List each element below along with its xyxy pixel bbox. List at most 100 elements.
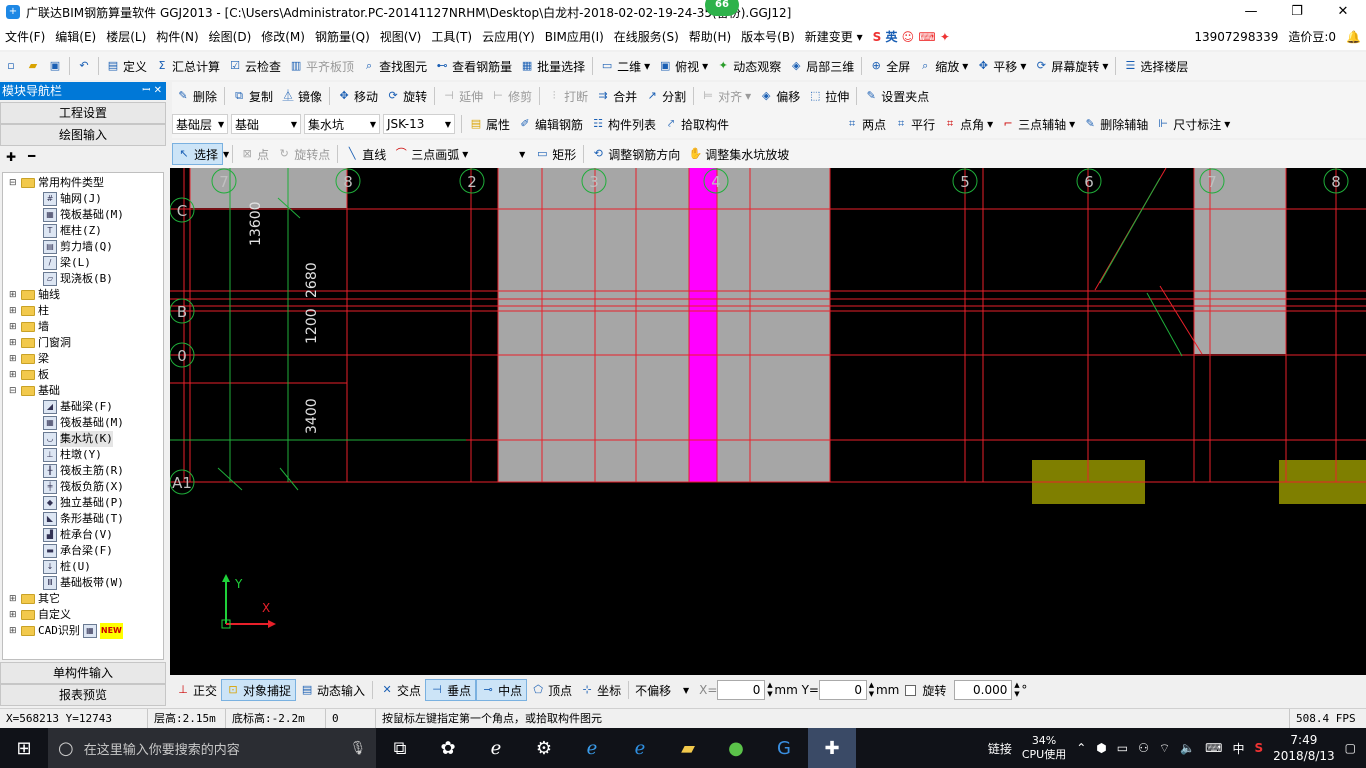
menu-draw[interactable]: 绘图(D)	[204, 24, 257, 50]
rotate-button[interactable]: ⟳ 旋转	[382, 85, 431, 107]
find-element-button[interactable]: ⌕ 查找图元	[358, 55, 431, 77]
cloud-check-button[interactable]: ☑ 云检查	[224, 55, 285, 77]
green-app-icon[interactable]: ●	[712, 728, 760, 768]
stretch-button[interactable]: ⬚ 拉伸	[804, 85, 853, 107]
expand-icon[interactable]: ⊞	[9, 607, 18, 623]
rotate-input[interactable]: 0.000	[954, 680, 1013, 700]
fan-app-icon[interactable]: ✿	[424, 728, 472, 768]
volume-icon[interactable]: 🔈	[1180, 741, 1195, 755]
notification-icon[interactable]: ⬢	[1096, 741, 1106, 755]
pan-dropdown[interactable]: ✥ 平移 ▾	[972, 55, 1030, 77]
user-phone[interactable]: 13907298339	[1189, 24, 1283, 50]
flush-slab-top-button[interactable]: ▥ 平齐板顶	[285, 55, 358, 77]
ime-toolbar[interactable]: S 英 ☺ ⌨ ✦	[868, 24, 955, 50]
tree-item-isolated-footing[interactable]: ◆ 独立基础(P)	[43, 495, 124, 511]
menu-bim[interactable]: BIM应用(I)	[540, 24, 609, 50]
grey-block[interactable]	[190, 168, 347, 208]
summary-calc-button[interactable]: Σ 汇总计算	[151, 55, 224, 77]
dimension-dropdown[interactable]: ⊩ 尺寸标注 ▾	[1152, 113, 1234, 135]
menu-edit[interactable]: 编辑(E)	[50, 24, 101, 50]
file-explorer-icon[interactable]: ▰	[664, 728, 712, 768]
close-button[interactable]: ✕	[1320, 0, 1366, 24]
tree-node-cad-recognition[interactable]: ⊞ CAD识别 ▦ NEW	[9, 623, 123, 639]
tree-node-beam[interactable]: ⊞ 梁	[9, 351, 49, 367]
drawing-canvas[interactable]: 7 8 2 3 4 5 6 7 8 C B 0 A1 13600 1200 26…	[170, 168, 1366, 675]
keyboard-icon[interactable]: ⌨	[1205, 741, 1222, 755]
element-type-select[interactable]: 基础 ▼	[231, 114, 301, 134]
tree-item-sump-pit[interactable]: ◡ 集水坑(K)	[43, 431, 113, 447]
menu-tools[interactable]: 工具(T)	[426, 24, 477, 50]
grey-block[interactable]	[498, 168, 830, 482]
screen-rotate-dropdown[interactable]: ⟳ 屏幕旋转 ▾	[1030, 55, 1112, 77]
expand-all-icon[interactable]: ✚	[6, 150, 16, 164]
open-file-button[interactable]: ▰	[22, 55, 44, 77]
tree-item-pile-cap[interactable]: ▟ 桩承台(V)	[43, 527, 113, 543]
zoom-dropdown[interactable]: ⌕ 缩放 ▾	[914, 55, 972, 77]
element-name-select[interactable]: JSK-13 ▼	[383, 114, 455, 134]
point-angle-dropdown[interactable]: ⌗ 点角 ▾	[939, 113, 997, 135]
cad-drawing[interactable]: 7 8 2 3 4 5 6 7 8 C B 0 A1 13600 1200 26…	[170, 168, 1366, 675]
collapse-icon[interactable]: ⊟	[9, 383, 18, 399]
line-button[interactable]: ╲ 直线	[341, 143, 390, 165]
edit-rebar-button[interactable]: ✐ 编辑钢筋	[514, 113, 587, 135]
define-button[interactable]: ▤ 定义	[102, 55, 151, 77]
delete-aux-axis-button[interactable]: ✎ 删除辅轴	[1079, 113, 1152, 135]
three-point-axis-dropdown[interactable]: ⌐ 三点辅轴 ▾	[997, 113, 1079, 135]
windows-start-icon[interactable]: ⊞	[0, 728, 48, 768]
magenta-element[interactable]	[689, 168, 717, 482]
report-preview-button[interactable]: 报表预览	[0, 684, 166, 706]
tree-node-custom[interactable]: ⊞ 自定义	[9, 607, 71, 623]
adjust-rebar-direction-button[interactable]: ⟲ 调整钢筋方向	[587, 143, 684, 165]
vertex-snap-button[interactable]: ⬠ 顶点	[527, 679, 576, 701]
tree-item-strip-footing[interactable]: ◣ 条形基础(T)	[43, 511, 124, 527]
tree-node-openings[interactable]: ⊞ 门窗洞	[9, 335, 71, 351]
x-spinner[interactable]: ▲ ▼	[765, 681, 774, 699]
break-button[interactable]: ⫶ 打断	[543, 85, 592, 107]
two-point-axis-button[interactable]: ⌗ 两点	[841, 113, 890, 135]
tree-node-foundation[interactable]: ⊟ 基础	[9, 383, 60, 399]
view-rebar-qty-button[interactable]: ⊷ 查看钢筋量	[431, 55, 516, 77]
tree-node-common[interactable]: ⊟ 常用构件类型	[9, 175, 104, 191]
tree-item-foundation-strip[interactable]: Ⅲ 基础板带(W)	[43, 575, 124, 591]
expand-icon[interactable]: ⊞	[9, 623, 18, 639]
tree-item-raft-main-rebar[interactable]: ╫ 筏板主筋(R)	[43, 463, 124, 479]
dynamic-view-button[interactable]: ✦ 动态观察	[712, 55, 785, 77]
sogou-icon[interactable]: S	[1254, 741, 1263, 755]
dynamic-input-button[interactable]: ▤ 动态输入	[296, 679, 369, 701]
collapse-icon[interactable]: ⊟	[9, 175, 18, 191]
menu-file[interactable]: 文件(F)	[0, 24, 50, 50]
tree-item-axis-grid[interactable]: # 轴网(J)	[43, 191, 102, 207]
set-grip-button[interactable]: ✎ 设置夹点	[860, 85, 933, 107]
align-dropdown[interactable]: ⊨ 对齐 ▾	[697, 85, 755, 107]
tree-item-column-pier[interactable]: ⊥ 柱墩(Y)	[43, 447, 102, 463]
expand-icon[interactable]: ⊞	[9, 319, 18, 335]
expand-icon[interactable]: ⊞	[9, 303, 18, 319]
maximize-button[interactable]: ❐	[1274, 0, 1320, 24]
expand-icon[interactable]: ⊞	[9, 351, 18, 367]
move-button[interactable]: ✥ 移动	[333, 85, 382, 107]
network-label[interactable]: 链接	[988, 740, 1012, 757]
floor-select[interactable]: 基础层 ▼	[172, 114, 228, 134]
rectangle-button[interactable]: ▭ 矩形	[531, 143, 580, 165]
nav-pin-close[interactable]: ꟷ ✕	[142, 82, 162, 100]
tree-item-pile[interactable]: ↓ 桩(U)	[43, 559, 91, 575]
element-list-button[interactable]: ☷ 构件列表	[587, 113, 660, 135]
properties-button[interactable]: ▤ 属性	[465, 113, 514, 135]
expand-icon[interactable]: ⊞	[9, 287, 18, 303]
coordinate-snap-button[interactable]: ⊹ 坐标	[576, 679, 625, 701]
tree-node-slab[interactable]: ⊞ 板	[9, 367, 49, 383]
wifi-icon[interactable]: ⌔	[1159, 741, 1170, 756]
tree-node-axis[interactable]: ⊞ 轴线	[9, 287, 60, 303]
menu-cloud[interactable]: 云应用(Y)	[477, 24, 540, 50]
select-floor-button[interactable]: ☰ 选择楼层	[1119, 55, 1192, 77]
glodon-app-icon[interactable]: ✚	[808, 728, 856, 768]
menu-modify[interactable]: 修改(M)	[256, 24, 310, 50]
tree-node-wall[interactable]: ⊞ 墙	[9, 319, 49, 335]
local-3d-button[interactable]: ◈ 局部三维	[785, 55, 858, 77]
expand-icon[interactable]: ⊞	[9, 591, 18, 607]
midpoint-snap-button[interactable]: ⊸ 中点	[476, 679, 528, 701]
tree-item-cap-beam[interactable]: ▬ 承台梁(F)	[43, 543, 113, 559]
arc-mode-select[interactable]: ▼	[472, 144, 528, 164]
pick-element-button[interactable]: ⤤ 拾取构件	[660, 113, 733, 135]
bell-icon[interactable]: 🔔	[1341, 24, 1366, 50]
